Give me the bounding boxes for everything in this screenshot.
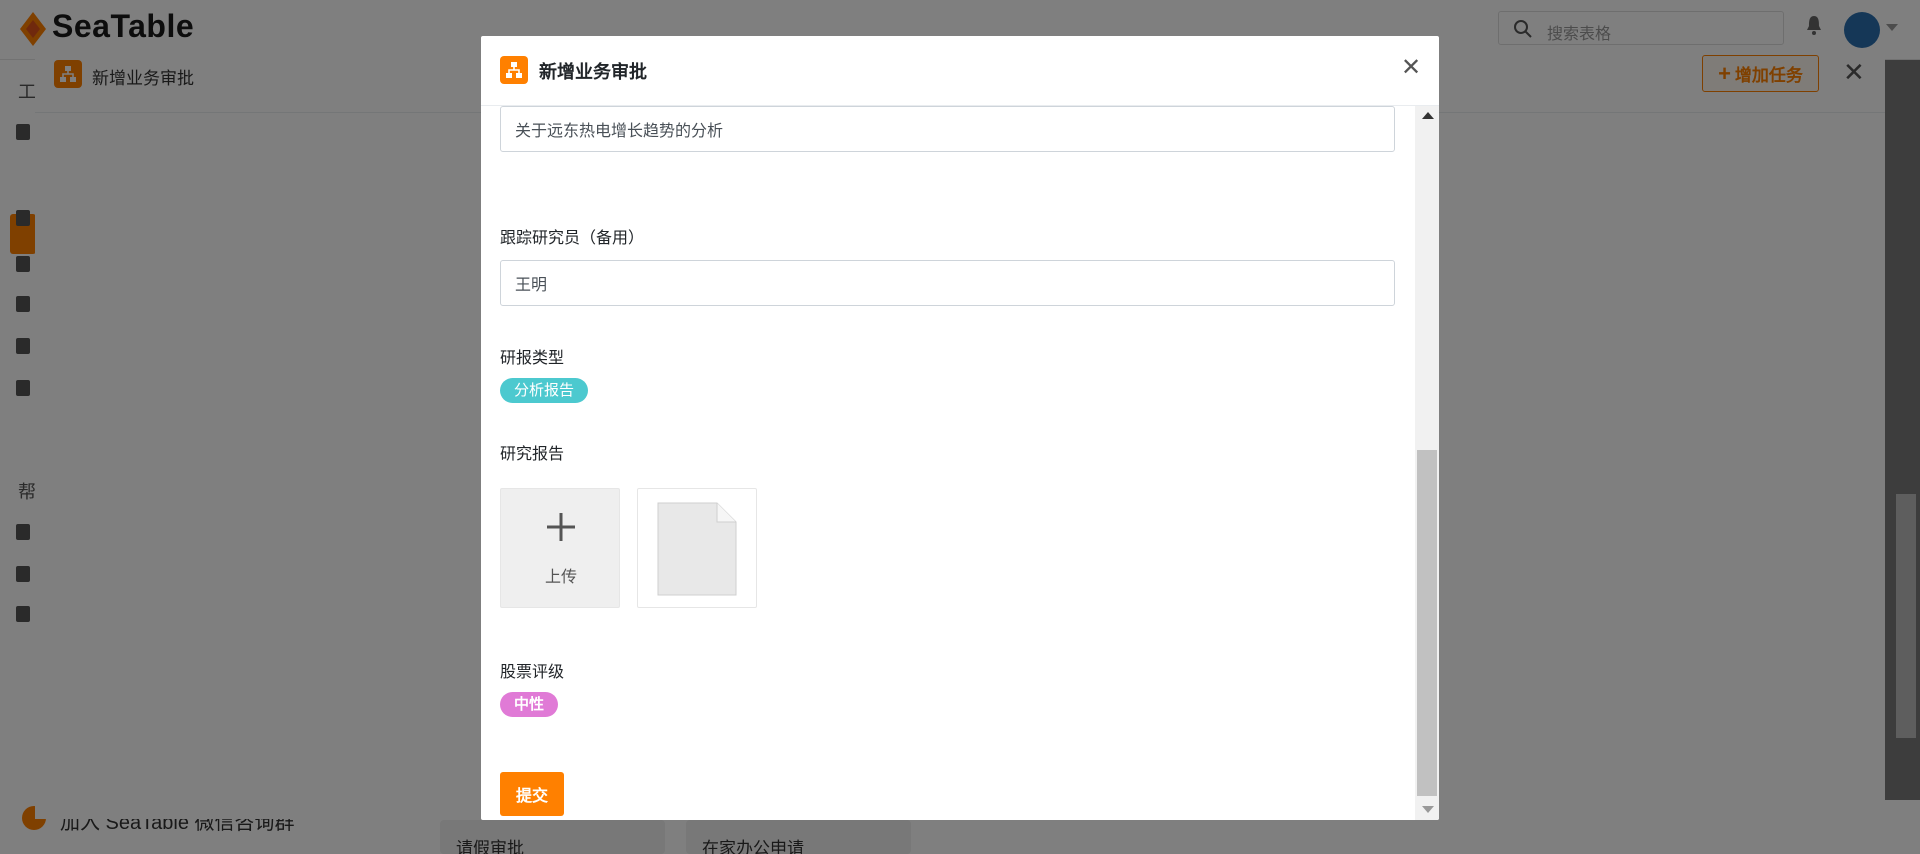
modal-scrollbar[interactable] xyxy=(1415,106,1439,820)
stock-rating-label: 股票评级 xyxy=(500,664,565,681)
scrollbar-thumb[interactable] xyxy=(1417,450,1437,796)
file-icon xyxy=(657,502,737,596)
report-title-input[interactable] xyxy=(500,106,1395,152)
plus-icon xyxy=(547,513,575,541)
backup-researcher-input[interactable] xyxy=(500,260,1395,306)
close-icon[interactable]: ✕ xyxy=(1401,56,1421,80)
upload-label: 上传 xyxy=(544,569,577,586)
upload-button[interactable]: 上传 xyxy=(500,488,620,608)
attached-file[interactable] xyxy=(637,488,757,608)
org-chart-icon xyxy=(506,62,522,78)
modal-title: 新增业务审批 xyxy=(539,62,647,82)
research-report-label: 研究报告 xyxy=(500,446,565,463)
submit-button[interactable]: 提交 xyxy=(500,772,564,816)
scroll-up-arrow-icon[interactable] xyxy=(1422,112,1434,119)
flow-app-icon xyxy=(500,56,528,84)
scroll-down-arrow-icon[interactable] xyxy=(1422,806,1434,813)
modal-form: 跟踪研究员（备用） 研报类型 分析报告 研究报告 上传 股票评级 中性 提交 xyxy=(481,106,1415,820)
report-type-tag[interactable]: 分析报告 xyxy=(500,378,589,403)
modal-header: 新增业务审批 ✕ xyxy=(481,36,1439,106)
new-approval-modal: 新增业务审批 ✕ 跟踪研究员（备用） 研报类型 分析报告 研究报告 上传 股票评… xyxy=(481,36,1439,820)
backup-researcher-label: 跟踪研究员（备用） xyxy=(500,230,645,247)
report-type-label: 研报类型 xyxy=(500,350,565,367)
stock-rating-tag[interactable]: 中性 xyxy=(500,692,559,717)
